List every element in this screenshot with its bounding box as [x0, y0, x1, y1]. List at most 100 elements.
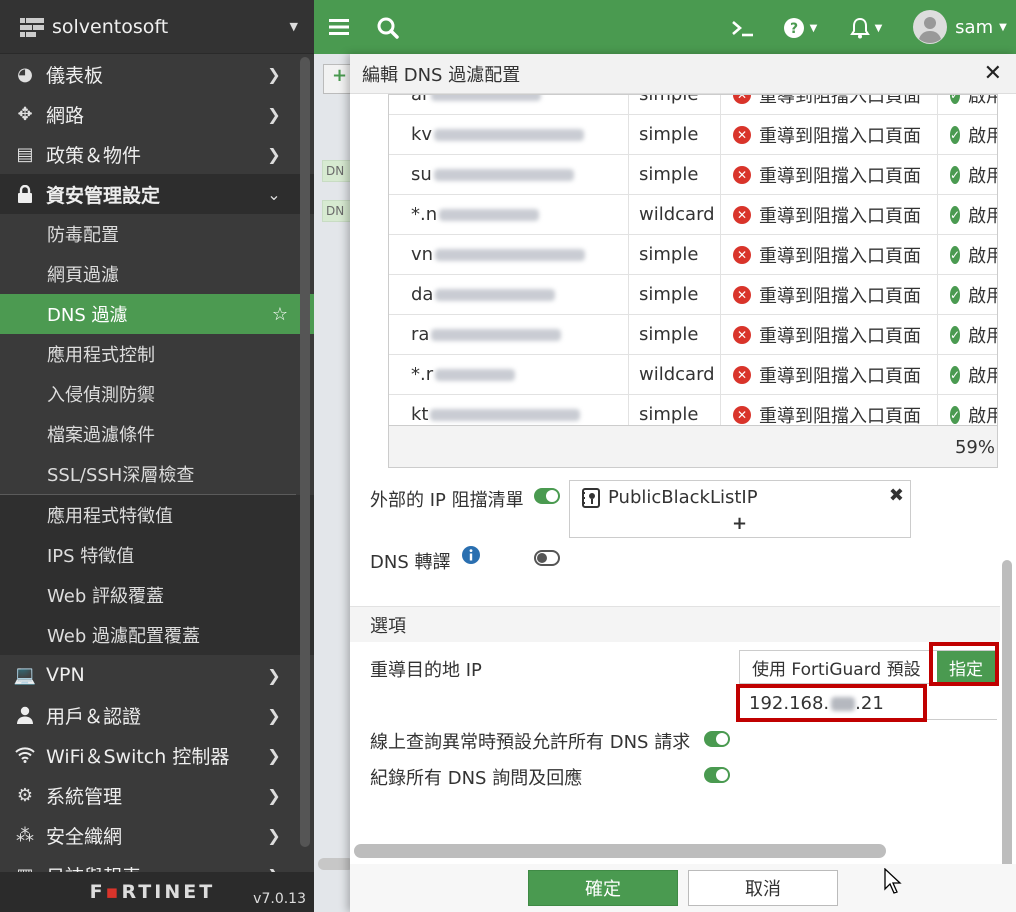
add-entry-icon[interactable]: + — [732, 513, 747, 534]
type-text: simple — [639, 284, 699, 305]
top-bar: ? ▼ ▼ sam ▼ — [314, 0, 1016, 54]
action-text: 重導到阻擋入口頁面 — [759, 205, 921, 227]
table-row[interactable]: *.n wildcard ✕ 重導到阻擋入口頁面 ✓ 啟用 — [389, 194, 997, 235]
dns-translation-label: DNS 轉譯 — [370, 552, 451, 573]
dns-translation-toggle[interactable] — [534, 550, 560, 566]
log-dns-toggle[interactable] — [704, 767, 730, 783]
table-row[interactable]: ar simple ✕ 重導到阻擋入口頁面 ✓ 啟用 — [389, 94, 997, 115]
type-cell: simple — [629, 234, 721, 275]
block-icon: ✕ — [733, 285, 751, 304]
sidebar-item-vpn[interactable]: 💻 VPN ❯ — [0, 655, 314, 695]
action-cell: ✕ 重導到阻擋入口頁面 — [721, 274, 938, 315]
sidebar-item-antivirus[interactable]: 防毒配置 — [0, 214, 314, 254]
table-row[interactable]: ra simple ✕ 重導到阻擋入口頁面 ✓ 啟用 — [389, 314, 997, 355]
sidebar-item-label: 用戶＆認證 — [46, 705, 142, 728]
table-row[interactable]: kv simple ✕ 重導到阻擋入口頁面 ✓ 啟用 — [389, 114, 997, 155]
sidebar-item-policy[interactable]: ▤ 政策＆物件 ❯ — [0, 134, 314, 174]
status-cell: ✓ 啟用 — [938, 315, 997, 355]
sidebar-item-file-filter[interactable]: 檔案過濾條件 — [0, 414, 314, 454]
table-row[interactable]: da simple ✕ 重導到阻擋入口頁面 ✓ 啟用 — [389, 274, 997, 315]
sidebar-item-user-auth[interactable]: 用戶＆認證 ❯ — [0, 695, 314, 735]
user-menu[interactable]: sam ▼ — [910, 10, 1010, 44]
sidebar-item-security-profiles[interactable]: 資安管理設定 ⌄ — [0, 174, 314, 214]
external-ip-toggle[interactable] — [534, 488, 560, 504]
sidebar-item-ips[interactable]: 入侵偵測防禦 — [0, 374, 314, 414]
star-icon[interactable]: ☆ — [272, 304, 288, 325]
sidebar-item-dashboard[interactable]: ◕ 儀表板 ❯ — [0, 54, 314, 94]
sidebar-item-web-rating-overrides[interactable]: Web 評級覆蓋 — [0, 575, 314, 615]
help-icon[interactable]: ? ▼ — [780, 15, 820, 41]
ok-button[interactable]: 確定 — [528, 870, 678, 906]
table-row[interactable]: su simple ✕ 重導到阻擋入口頁面 ✓ 啟用 — [389, 154, 997, 195]
background-add-button[interactable]: + — [323, 64, 353, 94]
action-cell: ✕ 重導到阻擋入口頁面 — [721, 114, 938, 155]
check-icon: ✓ — [950, 205, 961, 224]
org-selector[interactable]: solventosoft ▼ — [0, 0, 314, 54]
allow-dns-on-error-toggle[interactable] — [704, 731, 730, 747]
chevron-right-icon: ❯ — [267, 785, 281, 805]
caret-down-icon: ▼ — [999, 21, 1007, 33]
background-page — [314, 54, 354, 912]
block-icon: ✕ — [733, 245, 751, 264]
search-icon[interactable] — [376, 16, 400, 40]
sidebar-item-ips-signatures[interactable]: IPS 特徵值 — [0, 535, 314, 575]
block-icon: ✕ — [733, 125, 751, 144]
check-icon: ✓ — [950, 165, 961, 184]
status-text: 啟用 — [968, 365, 997, 387]
network-icon: ✥ — [17, 103, 33, 125]
block-icon: ✕ — [733, 95, 751, 104]
version-label: v7.0.13 — [253, 891, 306, 907]
status-text: 啟用 — [968, 205, 997, 227]
close-icon[interactable]: ✕ — [984, 61, 1002, 86]
username: sam — [955, 16, 994, 38]
edit-dns-filter-dialog: 編輯 DNS 過濾配置 ✕ ar simple ✕ 重導到阻擋入口頁面 ✓ 啟用 kv sim… — [350, 54, 1016, 912]
chevron-right-icon: ❯ — [267, 104, 281, 124]
sidebar-item-web-profile-overrides[interactable]: Web 過濾配置覆蓋 — [0, 615, 314, 655]
sidebar-item-system[interactable]: ⚙ 系統管理 ❯ — [0, 775, 314, 815]
dialog-vertical-scrollbar[interactable] — [1002, 560, 1012, 864]
background-scrollbar[interactable] — [318, 858, 354, 870]
sidebar-item-dns-filter[interactable]: DNS 過濾 ☆ — [0, 294, 314, 334]
sidebar-item-security-fabric[interactable]: ⁂ 安全織網 ❯ — [0, 815, 314, 855]
status-text: 啟用 — [968, 325, 997, 347]
sidebar-item-label: 網路 — [46, 104, 85, 127]
sidebar-item-app-signatures[interactable]: 應用程式特徵值 — [0, 495, 314, 535]
check-icon: ✓ — [950, 125, 961, 144]
use-fortiguard-default-option[interactable]: 使用 FortiGuard 預設 — [740, 651, 937, 683]
hamburger-menu-icon[interactable] — [328, 16, 350, 38]
highlight-box — [736, 684, 927, 722]
type-text: simple — [639, 324, 699, 345]
chevron-right-icon: ❯ — [267, 825, 281, 845]
fortinet-logo: F▪RTINET — [89, 881, 216, 903]
sidebar-scrollbar[interactable] — [300, 57, 310, 847]
info-icon[interactable] — [462, 546, 480, 569]
table-row[interactable]: vn simple ✕ 重導到阻擋入口頁面 ✓ 啟用 — [389, 234, 997, 275]
table-row[interactable]: *.r wildcard ✕ 重導到阻擋入口頁面 ✓ 啟用 — [389, 354, 997, 395]
dialog-horizontal-scrollbar[interactable] — [354, 844, 886, 858]
block-icon: ✕ — [733, 365, 751, 384]
log-dns-label: 紀錄所有 DNS 詢問及回應 — [370, 768, 583, 789]
sidebar-item-ssl-inspection[interactable]: SSL/SSH深層檢查 — [0, 454, 314, 494]
check-icon: ✓ — [950, 285, 961, 304]
notification-bell-icon[interactable]: ▼ — [846, 15, 886, 41]
fortigate-logo-icon — [20, 17, 44, 37]
action-text: 重導到阻擋入口頁面 — [759, 245, 921, 267]
type-text: simple — [639, 94, 699, 105]
remove-entry-icon[interactable]: ✖ — [889, 485, 904, 506]
external-ip-list[interactable]: PublicBlackListIP ✖ + — [569, 480, 911, 538]
cli-console-icon[interactable] — [730, 16, 756, 40]
lock-icon — [12, 185, 38, 203]
chevron-down-icon: ⌄ — [267, 184, 281, 204]
sidebar-item-web-filter[interactable]: 網頁過濾 — [0, 254, 314, 294]
domain-cell: *.r — [389, 354, 629, 395]
sidebar-item-label: 安全織網 — [46, 825, 123, 848]
sidebar-item-app-control[interactable]: 應用程式控制 — [0, 334, 314, 374]
sidebar-item-label: 入侵偵測防禦 — [47, 385, 155, 406]
redacted-domain — [435, 288, 556, 301]
cancel-button[interactable]: 取消 — [688, 870, 838, 906]
action-cell: ✕ 重導到阻擋入口頁面 — [721, 314, 938, 355]
sidebar-item-network[interactable]: ✥ 網路 ❯ — [0, 94, 314, 134]
sidebar-item-wifi-switch[interactable]: WiFi＆Switch 控制器 ❯ — [0, 735, 314, 775]
type-cell: wildcard — [629, 194, 721, 235]
fabric-icon: ⁂ — [16, 824, 34, 846]
